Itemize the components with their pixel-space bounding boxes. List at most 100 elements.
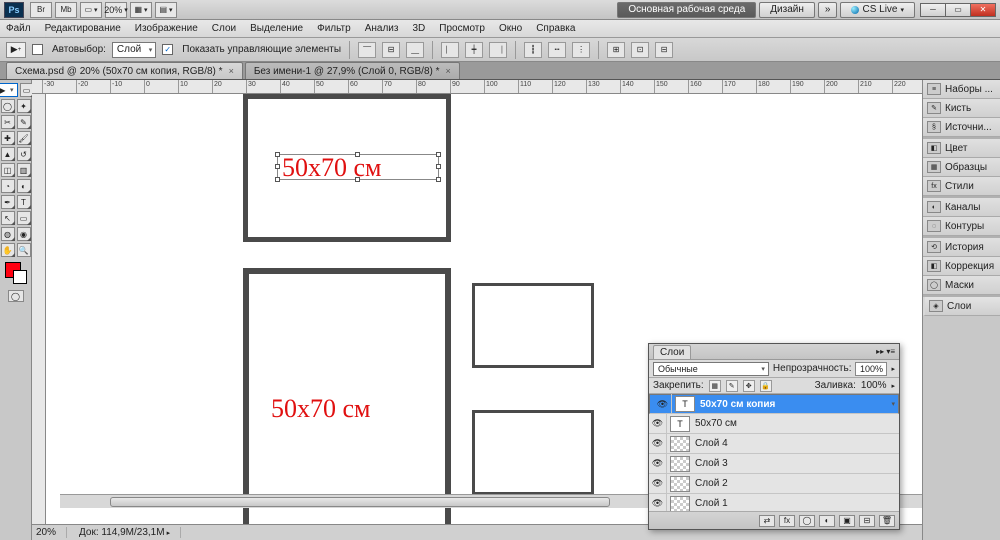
menu-analysis[interactable]: Анализ (365, 23, 399, 34)
3d-camera-tool[interactable]: ◉ (17, 227, 31, 241)
shape-tool[interactable]: ▭ (17, 211, 31, 225)
panel-[interactable]: ≡Наборы ... (923, 80, 1000, 99)
visibility-toggle[interactable]: 👁 (649, 474, 667, 494)
menu-file[interactable]: Файл (6, 23, 31, 34)
layer-thumbnail[interactable] (670, 456, 690, 472)
text-layer-copy[interactable]: 50х70 см (282, 153, 382, 183)
layer-thumbnail[interactable] (670, 496, 690, 512)
layer-action-6[interactable]: 🗑 (879, 515, 895, 527)
panel-menu-icon[interactable]: ▸▸ ▾≡ (876, 347, 895, 356)
zoom-tool[interactable]: 🔍 (17, 243, 31, 257)
gradient-tool[interactable]: ▥ (17, 163, 31, 177)
menu-select[interactable]: Выделение (250, 23, 303, 34)
cslive-button[interactable]: CS Live▾ (840, 2, 915, 18)
eyedropper-tool[interactable]: ✎ (17, 115, 31, 129)
layer-action-0[interactable]: ⇄ (759, 515, 775, 527)
window-minimize-button[interactable]: ─ (920, 3, 946, 17)
align-vcenter-icon[interactable]: ⊟ (382, 42, 400, 58)
panel-[interactable]: ◧Цвет (923, 139, 1000, 158)
visibility-toggle[interactable]: 👁 (649, 434, 667, 454)
distribute-v-icon[interactable]: ┅ (548, 42, 566, 58)
align-left-icon[interactable]: ⎸ (441, 42, 459, 58)
lasso-tool[interactable]: ◯ (1, 99, 15, 113)
path-tool[interactable]: ↖ (1, 211, 15, 225)
layer-row[interactable]: 👁Слой 3 (649, 454, 899, 474)
layer-action-3[interactable]: ◐ (819, 515, 835, 527)
close-icon[interactable]: × (446, 66, 451, 76)
panel-[interactable]: ▦Образцы (923, 158, 1000, 177)
document-tab-2[interactable]: Без имени-1 @ 27,9% (Слой 0, RGB/8) *× (245, 62, 460, 79)
visibility-toggle[interactable]: 👁 (649, 494, 667, 512)
close-icon[interactable]: × (229, 66, 234, 76)
layer-action-5[interactable]: ⊟ (859, 515, 875, 527)
layer-name[interactable]: 50x70 см (693, 418, 899, 429)
panel-[interactable]: ◌Контуры (923, 217, 1000, 236)
align-right-icon[interactable]: ⎹ (489, 42, 507, 58)
document-tab-1[interactable]: Схема.psd @ 20% (50x70 см копия, RGB/8) … (6, 62, 243, 79)
3d-tool[interactable]: ◍ (1, 227, 15, 241)
quick-mask-toggle[interactable]: ◯ (8, 290, 24, 302)
workspace-more-button[interactable]: » (818, 2, 838, 18)
menu-3d[interactable]: 3D (412, 23, 425, 34)
menu-edit[interactable]: Редактирование (45, 23, 121, 34)
fill-input[interactable]: 100% (861, 380, 887, 391)
layer-action-1[interactable]: fx (779, 515, 795, 527)
align-bottom-icon[interactable]: ⎽ (406, 42, 424, 58)
history-brush-tool[interactable]: ↺ (17, 147, 31, 161)
auto-align-icon[interactable]: ⊞ (607, 42, 625, 58)
layer-row[interactable]: 👁 Слой 2 (649, 474, 899, 494)
align-top-icon[interactable]: ⎺ (358, 42, 376, 58)
auto-stack-icon[interactable]: ⊟ (655, 42, 673, 58)
visibility-toggle[interactable]: 👁 (654, 394, 672, 414)
blend-mode-dropdown[interactable]: Обычные (653, 362, 769, 376)
menu-layers[interactable]: Слои (212, 23, 236, 34)
move-tool[interactable]: ▶ (0, 83, 18, 97)
zoom-dropdown[interactable]: 20% (105, 2, 127, 18)
panel-[interactable]: ⟲История (923, 238, 1000, 257)
hand-tool[interactable]: ✋ (1, 243, 15, 257)
stamp-tool[interactable]: ▲ (1, 147, 15, 161)
layer-name[interactable]: Слой 2 (693, 478, 899, 489)
panel-[interactable]: ◈Слои (923, 297, 1000, 316)
menu-window[interactable]: Окно (499, 23, 522, 34)
layer-action-2[interactable]: ◯ (799, 515, 815, 527)
layer-action-4[interactable]: ▣ (839, 515, 855, 527)
bridge-icon[interactable]: Br (30, 2, 52, 18)
menu-filter[interactable]: Фильтр (317, 23, 351, 34)
minibridge-icon[interactable]: Mb (55, 2, 77, 18)
panel-[interactable]: ✎Кисть (923, 99, 1000, 118)
transform-box[interactable]: 50х70 см (277, 154, 439, 180)
layer-name[interactable]: Слой 1 (693, 498, 899, 509)
layer-thumbnail[interactable] (670, 476, 690, 492)
brush-tool[interactable]: 🖌 (17, 131, 31, 145)
dodge-tool[interactable]: ◐ (17, 179, 31, 193)
extras-dropdown[interactable]: ▤ (155, 2, 177, 18)
window-maximize-button[interactable]: ▭ (945, 3, 971, 17)
opacity-input[interactable]: 100% (855, 362, 887, 376)
workspace-design-button[interactable]: Дизайн (759, 2, 815, 18)
layer-name[interactable]: Слой 4 (693, 438, 899, 449)
wand-tool[interactable]: ✦ (17, 99, 31, 113)
lock-pixels-icon[interactable]: ▦ (709, 380, 721, 392)
distribute-3-icon[interactable]: ⋮ (572, 42, 590, 58)
arrange-dropdown[interactable]: ▦ (130, 2, 152, 18)
lock-brush-icon[interactable]: ✎ (726, 380, 738, 392)
crop-tool[interactable]: ✂ (1, 115, 15, 129)
layer-row[interactable]: 👁T50x70 см копия (649, 394, 899, 414)
type-tool[interactable]: T (17, 195, 31, 209)
layer-row[interactable]: 👁 Слой 4 (649, 434, 899, 454)
menu-image[interactable]: Изображение (135, 23, 198, 34)
panel-[interactable]: ◐Каналы (923, 198, 1000, 217)
layer-thumbnail[interactable]: T (670, 416, 690, 432)
align-hcenter-icon[interactable]: ┿ (465, 42, 483, 58)
menu-help[interactable]: Справка (536, 23, 575, 34)
auto-select-kind-dropdown[interactable]: Слой (112, 42, 156, 58)
layer-thumbnail[interactable]: T (675, 396, 695, 412)
status-doc-size[interactable]: Док: 114,9M/23,1M▸ (79, 527, 181, 538)
blur-tool[interactable]: ◔ (1, 179, 15, 193)
status-zoom[interactable]: 20% (36, 527, 67, 538)
visibility-toggle[interactable]: 👁 (649, 414, 667, 434)
layer-row[interactable]: 👁 Слой 1 (649, 494, 899, 511)
layers-panel[interactable]: Слои ▸▸ ▾≡ Обычные Непрозрачность: 100%▸… (648, 343, 900, 530)
workspace-main-button[interactable]: Основная рабочая среда (617, 2, 756, 18)
